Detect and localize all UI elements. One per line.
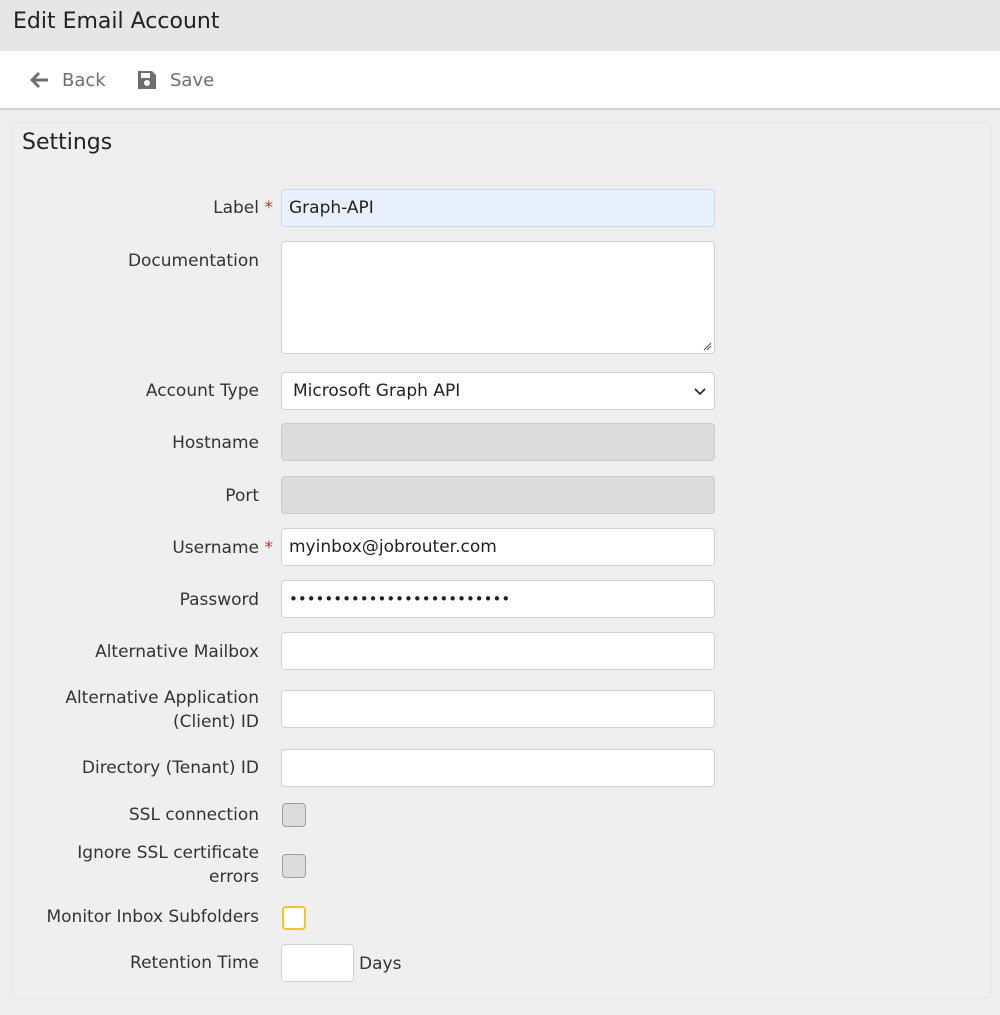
toolbar: Back Save <box>0 51 1000 110</box>
ssl-connection-label: SSL connection <box>128 805 259 825</box>
label-input[interactable]: Graph-API <box>281 189 715 227</box>
hostname-label: Hostname <box>172 433 259 453</box>
alternative-application-id-input[interactable] <box>281 690 715 728</box>
port-input <box>281 476 715 514</box>
required-marker: * <box>264 198 274 218</box>
title-bar: Edit Email Account <box>0 0 1000 51</box>
alternative-application-id-label-line2: (Client) ID <box>173 712 259 732</box>
username-label-text: Username <box>172 538 259 558</box>
ignore-ssl-errors-label-line2: errors <box>208 867 259 887</box>
settings-title: Settings <box>22 130 113 155</box>
retention-time-input[interactable] <box>281 944 354 982</box>
port-label: Port <box>225 486 259 506</box>
password-label: Password <box>179 590 259 610</box>
account-type-select[interactable]: Microsoft Graph API <box>281 372 715 410</box>
label-field-label: Label * <box>213 196 273 220</box>
save-button[interactable]: Save <box>136 68 214 92</box>
retention-time-label: Retention Time <box>130 953 259 973</box>
alternative-mailbox-input[interactable] <box>281 632 715 670</box>
ignore-ssl-errors-label-line1: Ignore SSL certificate <box>77 843 259 863</box>
resize-grip-icon[interactable] <box>703 342 712 351</box>
account-type-label: Account Type <box>145 381 259 401</box>
alternative-application-id-label: Alternative Application (Client) ID <box>65 686 259 734</box>
ssl-connection-checkbox[interactable] <box>282 803 306 827</box>
monitor-subfolders-label: Monitor Inbox Subfolders <box>46 907 259 927</box>
label-label-text: Label <box>213 198 259 218</box>
username-label: Username * <box>172 536 273 560</box>
hostname-input <box>281 423 715 461</box>
documentation-textarea[interactable] <box>281 241 715 354</box>
ignore-ssl-errors-label: Ignore SSL certificate errors <box>77 841 259 889</box>
directory-id-label: Directory (Tenant) ID <box>81 758 259 778</box>
monitor-subfolders-checkbox[interactable] <box>282 906 306 930</box>
alternative-application-id-label-line1: Alternative Application <box>65 688 259 708</box>
ignore-ssl-errors-checkbox[interactable] <box>282 854 306 878</box>
required-marker: * <box>264 538 274 558</box>
retention-unit-label: Days <box>359 954 402 974</box>
password-input[interactable]: ••••••••••••••••••••••••• <box>281 580 715 618</box>
documentation-label: Documentation <box>127 251 259 271</box>
alternative-mailbox-label: Alternative Mailbox <box>95 642 259 662</box>
page-title: Edit Email Account <box>13 9 220 34</box>
back-button-label: Back <box>62 69 106 91</box>
floppy-disk-icon <box>136 69 158 91</box>
chevron-down-icon <box>694 388 706 396</box>
back-button[interactable]: Back <box>28 68 106 92</box>
arrow-left-icon <box>28 69 50 91</box>
username-input[interactable]: myinbox@jobrouter.com <box>281 528 715 566</box>
save-button-label: Save <box>170 69 215 91</box>
account-type-value: Microsoft Graph API <box>293 381 461 401</box>
directory-id-input[interactable] <box>281 749 715 787</box>
settings-panel: Settings Label * Graph-API Documentation… <box>13 123 990 998</box>
